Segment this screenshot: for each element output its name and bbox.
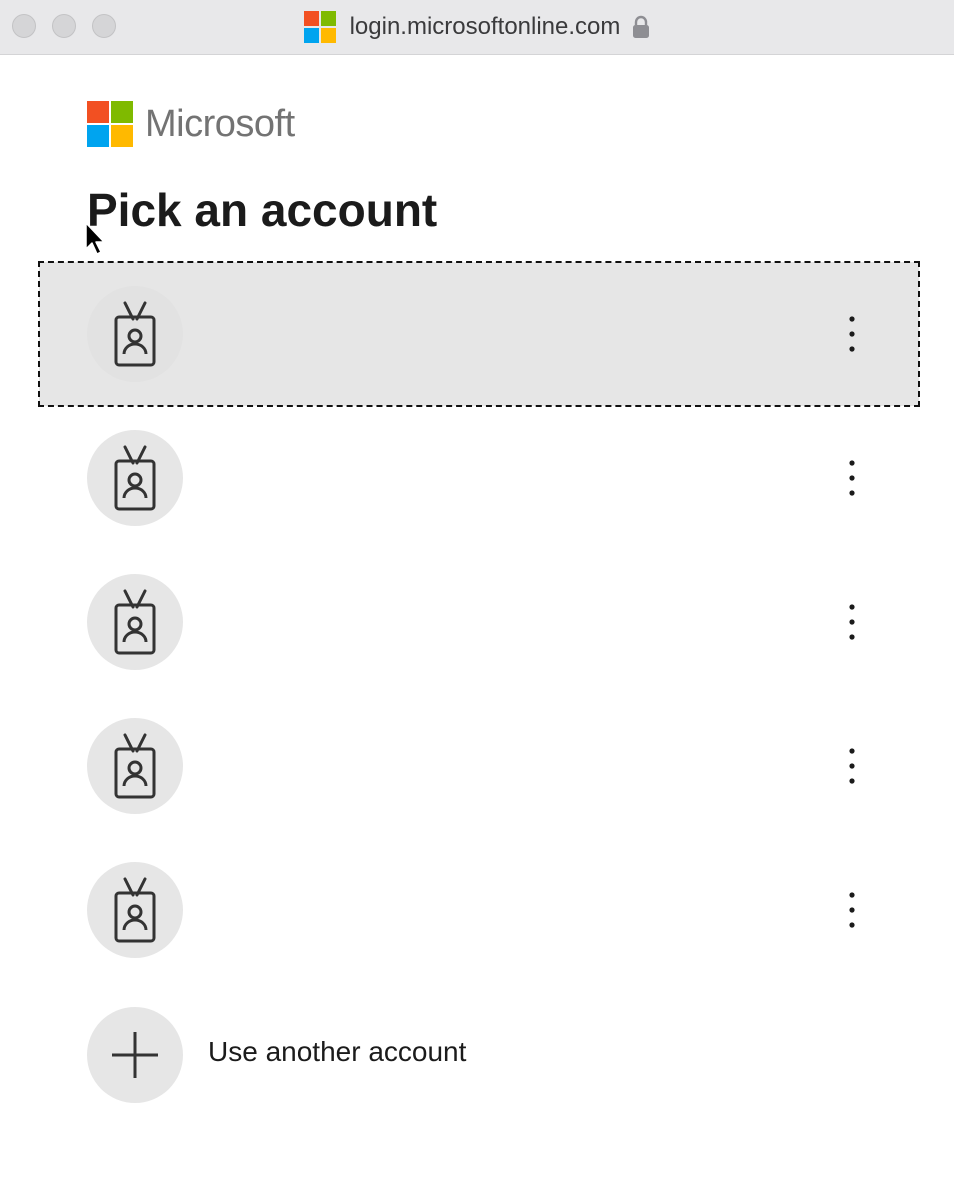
more-options-icon [849,604,855,640]
more-options-button[interactable] [827,740,877,792]
badge-icon [114,877,156,943]
url-text: login.microsoftonline.com [349,13,621,40]
account-avatar [87,286,183,382]
page-title: Pick an account [87,184,438,236]
account-email [207,894,607,926]
account-email [207,318,807,350]
more-options-button[interactable] [827,596,877,648]
badge-icon [114,445,156,511]
more-options-button[interactable] [827,452,877,504]
microsoft-wordmark: Microsoft [145,102,295,145]
microsoft-favicon-icon [303,11,336,43]
account-tile[interactable] [39,550,919,694]
more-options-icon [849,316,855,352]
lock-icon [633,15,650,38]
account-tile[interactable] [39,694,919,838]
badge-icon [114,733,156,799]
microsoft-logo: Microsoft [87,101,295,147]
account-avatar [87,718,183,814]
account-tile[interactable] [38,261,920,407]
browser-titlebar: login.microsoftonline.com [0,0,954,55]
more-options-icon [849,748,855,784]
more-options-icon [849,892,855,928]
sign-in-page: Microsoft Pick an account Use another ac… [0,55,954,1196]
plus-icon [112,1032,158,1078]
more-options-button[interactable] [827,884,877,936]
add-account-avatar [87,1007,183,1103]
more-options-button[interactable] [827,308,877,360]
account-email [207,750,807,782]
use-another-account-button[interactable]: Use another account [39,1000,919,1110]
badge-icon [114,301,156,367]
account-email [207,606,807,638]
mouse-pointer-icon [85,222,105,255]
account-email [207,462,807,494]
account-tile[interactable] [39,406,919,550]
account-avatar [87,862,183,958]
use-another-account-label: Use another account [208,1036,467,1067]
more-options-icon [849,460,855,496]
account-avatar [87,430,183,526]
account-tile[interactable] [39,838,919,982]
badge-icon [114,589,156,655]
microsoft-logo-icon [87,101,133,147]
account-avatar [87,574,183,670]
address-bar[interactable]: login.microsoftonline.com [0,0,954,54]
